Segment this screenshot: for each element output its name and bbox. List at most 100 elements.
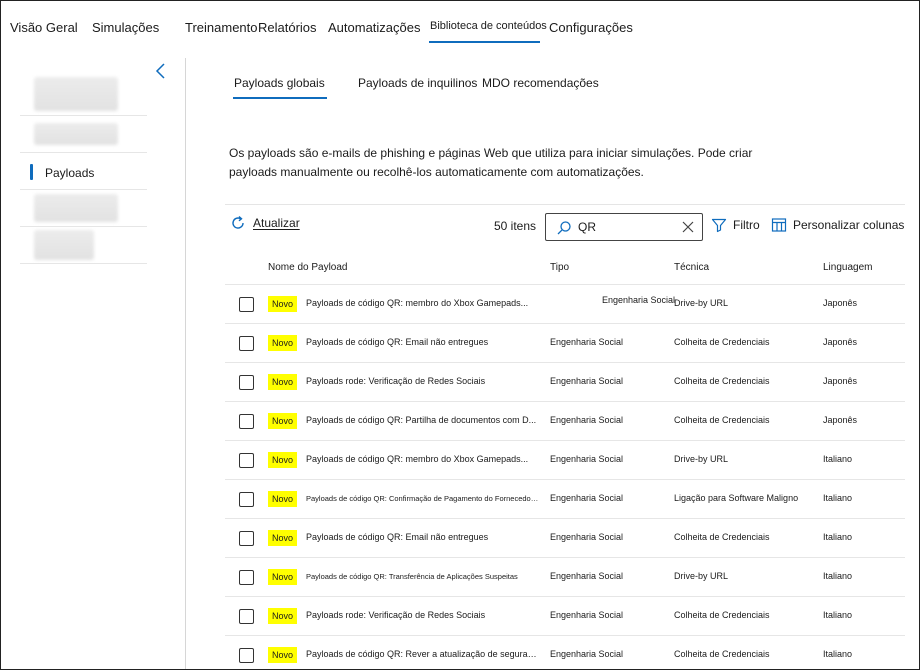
item-count: 50 itens	[494, 219, 537, 233]
nav-visao-geral[interactable]: Visão Geral	[10, 20, 78, 35]
refresh-icon	[232, 215, 244, 229]
sidebar-item-hidden-3[interactable]	[20, 190, 147, 227]
payload-tecnica: Colheita de Credenciais	[674, 649, 770, 659]
new-badge: Novo	[268, 608, 298, 624]
new-badge: Novo	[268, 296, 298, 312]
row-checkbox[interactable]	[239, 336, 254, 351]
search-value: QR	[578, 220, 596, 234]
new-badge: Novo	[268, 452, 298, 468]
nav-relatorios[interactable]: Relatórios	[258, 20, 317, 35]
table-row[interactable]: Novo Payloads de código QR: Transferênci…	[225, 557, 905, 596]
refresh-label: Atualizar	[253, 216, 300, 230]
payload-name[interactable]: Payloads de código QR: Email não entregu…	[306, 532, 488, 542]
refresh-button[interactable]: Atualizar	[230, 215, 300, 231]
new-badge: Novo	[268, 569, 298, 585]
payload-name[interactable]: Payloads de código QR: Email não entregu…	[306, 337, 488, 347]
filter-button[interactable]: Filtro	[711, 217, 760, 233]
table-row[interactable]: Novo Payloads rode: Verificação de Redes…	[225, 362, 905, 401]
search-input[interactable]: QR	[545, 213, 703, 241]
table-row[interactable]: Novo Payloads de código QR: Email não en…	[225, 323, 905, 362]
payload-name[interactable]: Payloads de código QR: Rever a atualizaç…	[306, 649, 539, 659]
left-sidebar: Payloads	[0, 58, 186, 670]
tab-payloads-de-inquilinos[interactable]: Payloads de inquilinos	[358, 76, 477, 90]
row-checkbox[interactable]	[239, 375, 254, 390]
payload-tecnica: Drive-by URL	[674, 298, 729, 308]
payload-name[interactable]: Payloads de código QR: Partilha de docum…	[306, 415, 536, 425]
page-description: Os payloads são e-mails de phishing e pá…	[229, 146, 753, 179]
new-badge: Novo	[268, 491, 298, 507]
payload-name[interactable]: Payloads de código QR: membro do Xbox Ga…	[306, 454, 528, 464]
payload-tipo: Engenharia Social	[550, 571, 624, 581]
active-nav-indicator	[429, 41, 540, 43]
payload-tecnica: Colheita de Credenciais	[674, 532, 770, 542]
row-checkbox[interactable]	[239, 648, 254, 663]
payload-name[interactable]: Payloads de código QR: membro do Xbox Ga…	[306, 298, 528, 308]
customize-columns-label: Personalizar colunas	[793, 218, 905, 232]
row-checkbox[interactable]	[239, 570, 254, 585]
row-checkbox[interactable]	[239, 609, 254, 624]
payload-name[interactable]: Payloads de código QR: Transferência de …	[306, 572, 518, 581]
column-header-linguagem[interactable]: Linguagem	[823, 262, 872, 273]
top-navigation: Visão Geral Simulações Treinamento Relat…	[0, 0, 920, 46]
payload-linguagem: Italiano	[823, 649, 853, 659]
payload-linguagem: Italiano	[823, 493, 853, 503]
nav-treinamento[interactable]: Treinamento	[185, 20, 258, 35]
payload-name[interactable]: Payloads rode: Verificação de Redes Soci…	[306, 376, 485, 386]
close-icon[interactable]	[682, 221, 694, 233]
payload-tipo: Engenharia Social	[550, 415, 624, 425]
divider	[225, 204, 905, 205]
payload-tecnica: Colheita de Credenciais	[674, 337, 770, 347]
payload-tecnica: Drive-by URL	[674, 571, 729, 581]
row-checkbox[interactable]	[239, 414, 254, 429]
filter-label: Filtro	[733, 218, 760, 232]
column-header-name[interactable]: Nome do Payload	[268, 262, 348, 273]
payload-linguagem: Japonês	[823, 337, 858, 347]
payload-linguagem: Italiano	[823, 532, 853, 542]
column-header-tipo[interactable]: Tipo	[550, 262, 569, 273]
sidebar-item-hidden-1[interactable]	[20, 58, 147, 116]
chevron-left-icon[interactable]	[154, 63, 168, 79]
payload-tipo: Engenharia Social	[550, 454, 624, 464]
table-row[interactable]: Novo Payloads de código QR: membro do Xb…	[225, 284, 905, 323]
payload-name[interactable]: Payloads rode: Verificação de Redes Soci…	[306, 610, 485, 620]
payload-tecnica: Colheita de Credenciais	[674, 610, 770, 620]
row-checkbox[interactable]	[239, 297, 254, 312]
search-icon	[557, 221, 571, 235]
new-badge: Novo	[268, 530, 298, 546]
payload-linguagem: Japonês	[823, 415, 858, 425]
table-row[interactable]: Novo Payloads de código QR: Email não en…	[225, 518, 905, 557]
table-row[interactable]: Novo Payloads de código QR: membro do Xb…	[225, 440, 905, 479]
active-tab-indicator	[233, 97, 327, 99]
row-checkbox[interactable]	[239, 453, 254, 468]
nav-automatizacoes[interactable]: Automatizações	[328, 20, 421, 35]
filter-icon	[711, 218, 727, 233]
tab-payloads-globais[interactable]: Payloads globais	[234, 76, 325, 90]
payload-tecnica: Colheita de Credenciais	[674, 376, 770, 386]
column-header-tecnica[interactable]: Técnica	[674, 262, 709, 273]
table-row[interactable]: Novo Payloads de código QR: Confirmação …	[225, 479, 905, 518]
table-row[interactable]: Novo Payloads de código QR: Partilha de …	[225, 401, 905, 440]
new-badge: Novo	[268, 374, 298, 390]
nav-simulacoes[interactable]: Simulações	[92, 20, 159, 35]
payload-linguagem: Italiano	[823, 454, 853, 464]
nav-configuracoes[interactable]: Configurações	[549, 20, 633, 35]
payload-table: Novo Payloads de código QR: membro do Xb…	[225, 284, 905, 670]
payload-linguagem: Japonês	[823, 298, 858, 308]
payload-tipo: Engenharia Social	[550, 337, 624, 347]
new-badge: Novo	[268, 335, 298, 351]
table-row[interactable]: Novo Payloads de código QR: Rever a atua…	[225, 635, 905, 670]
sidebar-item-payloads-label: Payloads	[45, 166, 95, 180]
payload-linguagem: Italiano	[823, 571, 853, 581]
table-row[interactable]: Novo Payloads rode: Verificação de Redes…	[225, 596, 905, 635]
payload-name[interactable]: Payloads de código QR: Confirmação de Pa…	[306, 494, 539, 503]
row-checkbox[interactable]	[239, 531, 254, 546]
row-checkbox[interactable]	[239, 492, 254, 507]
payload-tipo: Engenharia Social	[550, 532, 624, 542]
sidebar-item-hidden-2[interactable]	[20, 116, 147, 153]
sidebar-item-hidden-4[interactable]	[20, 227, 147, 264]
nav-biblioteca-de-conteudos[interactable]: Biblioteca de conteúdos	[430, 20, 547, 32]
payload-tecnica: Drive-by URL	[674, 454, 729, 464]
tab-mdo-recomendacoes[interactable]: MDO recomendações	[482, 76, 599, 90]
payload-tipo: Engenharia Social	[550, 610, 624, 620]
customize-columns-button[interactable]: Personalizar colunas	[771, 217, 904, 233]
